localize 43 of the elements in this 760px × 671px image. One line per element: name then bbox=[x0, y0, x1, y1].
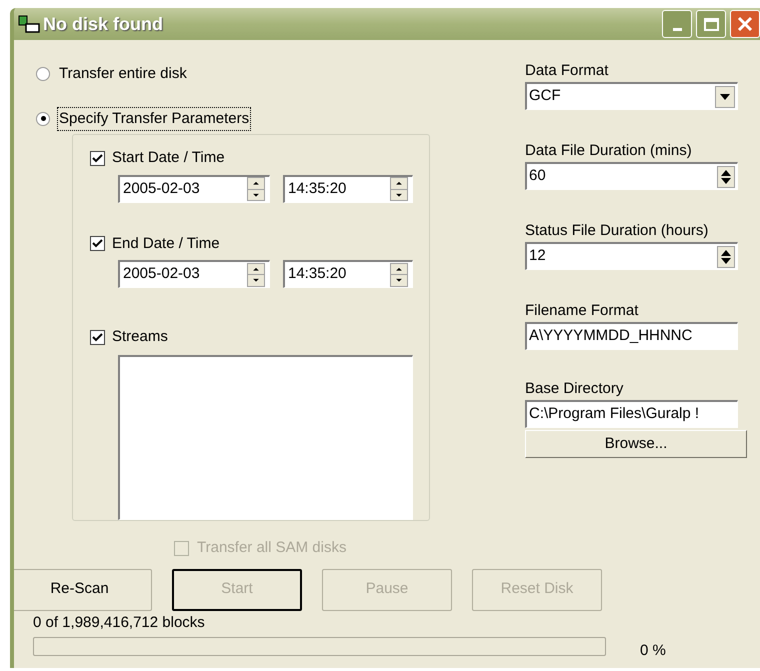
checkbox[interactable] bbox=[90, 150, 105, 166]
dropdown-button[interactable] bbox=[715, 86, 735, 108]
spin-buttons[interactable] bbox=[247, 177, 265, 201]
radio-button[interactable] bbox=[36, 67, 50, 82]
input-field[interactable]: A\YYYYMMDD_HHNNC bbox=[525, 322, 738, 350]
date-field[interactable]: 2005-02-03 bbox=[118, 174, 270, 202]
maximize-button[interactable] bbox=[696, 10, 726, 38]
minimize-button[interactable] bbox=[662, 10, 692, 38]
time-field[interactable]: 14:35:20 bbox=[283, 174, 413, 202]
close-button[interactable] bbox=[730, 10, 760, 38]
radio-label: Transfer entire disk bbox=[58, 64, 188, 84]
checkbox-label: Transfer all SAM disks bbox=[197, 538, 346, 558]
window-icon bbox=[18, 15, 40, 33]
checkbox-label: Start Date / Time bbox=[112, 148, 225, 168]
time-field[interactable]: 14:35:20 bbox=[283, 260, 413, 288]
caret-icon bbox=[720, 94, 730, 100]
browse-button[interactable]: Browse... bbox=[525, 430, 747, 458]
progress-percent: 0 % bbox=[640, 640, 666, 660]
checkbox[interactable] bbox=[90, 236, 105, 252]
spin-buttons[interactable] bbox=[717, 246, 735, 268]
field-label: Status File Duration (hours) bbox=[525, 222, 710, 240]
input-field[interactable]: 12 bbox=[525, 242, 738, 270]
dropdown-field[interactable]: GCF bbox=[525, 82, 738, 110]
radio-label: Specify Transfer Parameters bbox=[57, 106, 252, 131]
spin-buttons[interactable] bbox=[717, 166, 735, 188]
checkbox-label: End Date / Time bbox=[112, 234, 220, 254]
spin-buttons[interactable] bbox=[390, 177, 408, 201]
date-field[interactable]: 2005-02-03 bbox=[118, 260, 270, 288]
field-label: Filename Format bbox=[525, 302, 640, 320]
field-label: Data File Duration (mins) bbox=[525, 142, 693, 160]
spin-buttons[interactable] bbox=[390, 262, 408, 286]
window-title: No disk found bbox=[43, 12, 164, 36]
radio-button[interactable] bbox=[36, 112, 50, 126]
action-button[interactable]: Re-Scan bbox=[14, 568, 152, 610]
close-icon bbox=[737, 16, 753, 32]
checkbox[interactable] bbox=[90, 330, 105, 345]
field-label: Base Directory bbox=[525, 380, 624, 398]
spin-buttons[interactable] bbox=[247, 262, 265, 286]
input-field[interactable]: C:\Program Files\Guralp ! bbox=[525, 400, 738, 428]
blocks-count: 0 of 1,989,416,712 blocks bbox=[33, 614, 206, 630]
checkbox-label: Streams bbox=[112, 327, 168, 347]
field-label: Data Format bbox=[525, 62, 610, 80]
input-field[interactable]: 60 bbox=[525, 162, 738, 190]
